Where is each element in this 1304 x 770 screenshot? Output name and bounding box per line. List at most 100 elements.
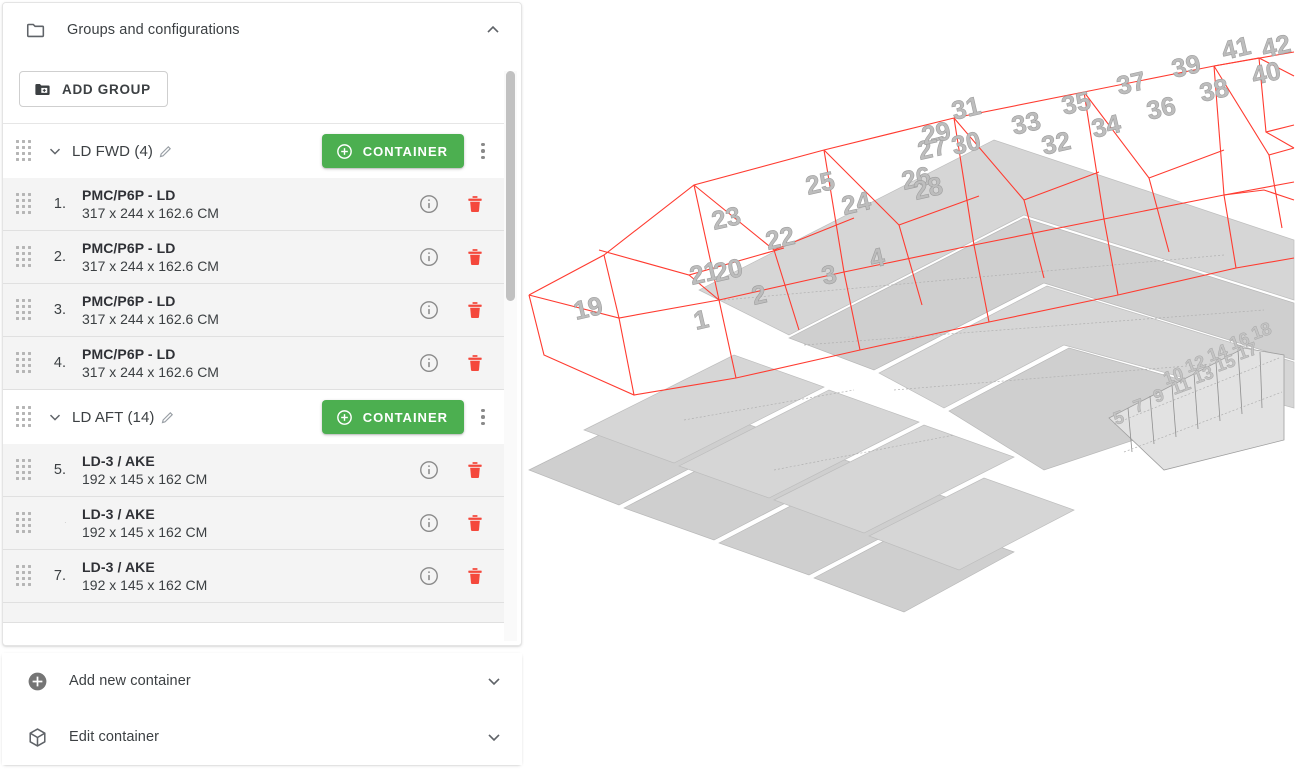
group-name-ld-aft: LD AFT (14) <box>72 409 155 426</box>
item-title: PMC/P6P - LD <box>82 293 414 310</box>
more-vertical-icon-ld-aft[interactable] <box>470 400 496 434</box>
add-group-row: ADD GROUP <box>3 57 506 123</box>
item-text: LD-3 / AKE 192 x 145 x 162 CM <box>72 506 414 541</box>
item-text: PMC/P6P - LD 317 x 244 x 162.6 CM <box>72 187 414 222</box>
svg-text:23: 23 <box>709 200 744 236</box>
table-row[interactable]: 1. PMC/P6P - LD 317 x 244 x 162.6 CM <box>3 178 506 231</box>
folder-plus-icon <box>33 80 52 99</box>
chevron-down-icon[interactable] <box>46 408 64 426</box>
svg-text:33: 33 <box>1009 105 1044 141</box>
table-row[interactable]: 2. PMC/P6P - LD 317 x 244 x 162.6 CM <box>3 231 506 284</box>
drag-handle-icon[interactable] <box>15 408 33 426</box>
item-title: PMC/P6P - LD <box>82 240 414 257</box>
add-container-button-ld-aft[interactable]: CONTAINER <box>322 400 464 434</box>
info-circle-icon[interactable] <box>414 508 444 538</box>
item-title: LD-3 / AKE <box>82 453 414 470</box>
item-title: PMC/P6P - LD <box>82 187 414 204</box>
drag-handle-icon[interactable] <box>15 567 33 585</box>
info-circle-icon[interactable] <box>414 455 444 485</box>
item-number: 4. <box>42 355 72 371</box>
plus-circle-filled-icon <box>26 670 49 693</box>
add-group-label: ADD GROUP <box>62 82 151 97</box>
groups-and-configurations-card: Groups and configurations <box>2 2 522 646</box>
aircraft-cargo-wireframe[interactable]: .deck { fill:#cfcfcf; stroke:#b8b8b8; st… <box>524 0 1304 770</box>
trash-icon[interactable] <box>460 295 490 325</box>
item-number: 7. <box>42 568 72 584</box>
item-number: 1. <box>42 196 72 212</box>
trash-icon[interactable] <box>460 189 490 219</box>
drag-handle-icon[interactable] <box>15 195 33 213</box>
drag-handle-icon[interactable] <box>15 461 33 479</box>
chevron-down-icon[interactable] <box>484 671 504 691</box>
add-container-label: CONTAINER <box>363 144 448 159</box>
cargo-hold-3d-view[interactable]: .deck { fill:#cfcfcf; stroke:#b8b8b8; st… <box>524 0 1304 770</box>
scrollbar-track[interactable] <box>504 71 517 641</box>
svg-text:22: 22 <box>763 220 798 256</box>
info-circle-icon[interactable] <box>414 561 444 591</box>
item-number: 3. <box>42 302 72 318</box>
svg-text:32: 32 <box>1039 125 1074 161</box>
add-container-label: CONTAINER <box>363 410 448 425</box>
drag-handle-icon[interactable] <box>15 354 33 372</box>
item-text: PMC/P6P - LD 317 x 244 x 162.6 CM <box>72 240 414 275</box>
table-row[interactable]: 4. PMC/P6P - LD 317 x 244 x 162.6 CM <box>3 337 506 390</box>
svg-text:31: 31 <box>949 90 984 126</box>
drag-handle-icon[interactable] <box>15 248 33 266</box>
trash-icon[interactable] <box>460 242 490 272</box>
info-circle-icon[interactable] <box>414 242 444 272</box>
pencil-icon[interactable] <box>160 410 175 425</box>
edit-container-section[interactable]: Edit container <box>2 709 522 765</box>
item-dimensions: 192 x 145 x 162 CM <box>82 523 414 541</box>
pencil-icon[interactable] <box>158 144 173 159</box>
svg-text:30: 30 <box>949 125 984 161</box>
groups-scroll-area[interactable]: ADD GROUP LD FW <box>3 57 521 645</box>
add-container-button-ld-fwd[interactable]: CONTAINER <box>322 134 464 168</box>
item-text: LD-3 / AKE 192 x 145 x 162 CM <box>72 453 414 488</box>
item-text: LD-3 / AKE 192 x 145 x 162 CM <box>72 559 414 594</box>
svg-text:38: 38 <box>1197 72 1232 108</box>
more-vertical-icon-ld-fwd[interactable] <box>470 134 496 168</box>
info-circle-icon[interactable] <box>414 348 444 378</box>
group-header-ld-fwd[interactable]: LD FWD (4) <box>3 124 506 178</box>
drag-handle-icon[interactable] <box>15 142 33 160</box>
drag-handle-icon[interactable] <box>15 301 33 319</box>
item-number: · <box>42 520 72 526</box>
item-dimensions: 317 x 244 x 162.6 CM <box>82 310 414 328</box>
svg-text:20: 20 <box>711 252 746 288</box>
add-new-container-section[interactable]: Add new container <box>2 653 522 709</box>
item-text: PMC/P6P - LD 317 x 244 x 162.6 CM <box>72 346 414 381</box>
info-circle-icon[interactable] <box>414 295 444 325</box>
scrollbar-thumb[interactable] <box>506 71 515 301</box>
cube-icon <box>26 726 49 749</box>
folder-icon <box>25 19 47 41</box>
group-header-ld-aft[interactable]: LD AFT (14) <box>3 390 506 444</box>
chevron-down-icon[interactable] <box>484 727 504 747</box>
svg-text:36: 36 <box>1144 90 1179 126</box>
chevron-down-icon[interactable] <box>46 142 64 160</box>
item-dimensions: 317 x 244 x 162.6 CM <box>82 204 414 222</box>
chevron-up-icon[interactable] <box>483 20 503 40</box>
svg-text:37: 37 <box>1114 65 1149 101</box>
drag-handle-icon[interactable] <box>15 514 33 532</box>
item-dimensions: 192 x 145 x 162 CM <box>82 576 414 594</box>
svg-text:19: 19 <box>571 290 606 326</box>
trash-icon[interactable] <box>460 561 490 591</box>
item-text: PMC/P6P - LD 317 x 244 x 162.6 CM <box>72 293 414 328</box>
trash-icon[interactable] <box>460 348 490 378</box>
svg-text:42: 42 <box>1259 28 1294 64</box>
edit-container-label: Edit container <box>69 729 484 745</box>
info-circle-icon[interactable] <box>414 189 444 219</box>
table-row[interactable]: 5. LD-3 / AKE 192 x 145 x 162 CM <box>3 444 506 497</box>
plus-circle-icon <box>335 408 354 427</box>
table-row[interactable]: · LD-3 / AKE 192 x 145 x 162 CM <box>3 497 506 550</box>
table-row[interactable] <box>3 603 506 623</box>
trash-icon[interactable] <box>460 455 490 485</box>
item-title: LD-3 / AKE <box>82 559 414 576</box>
table-row[interactable]: 7. LD-3 / AKE 192 x 145 x 162 CM <box>3 550 506 603</box>
table-row[interactable]: 3. PMC/P6P - LD 317 x 244 x 162.6 CM <box>3 284 506 337</box>
add-group-button[interactable]: ADD GROUP <box>19 71 168 107</box>
trash-icon[interactable] <box>460 508 490 538</box>
panel-header[interactable]: Groups and configurations <box>3 3 521 57</box>
item-number: 5. <box>42 462 72 478</box>
item-dimensions: 317 x 244 x 162.6 CM <box>82 257 414 275</box>
